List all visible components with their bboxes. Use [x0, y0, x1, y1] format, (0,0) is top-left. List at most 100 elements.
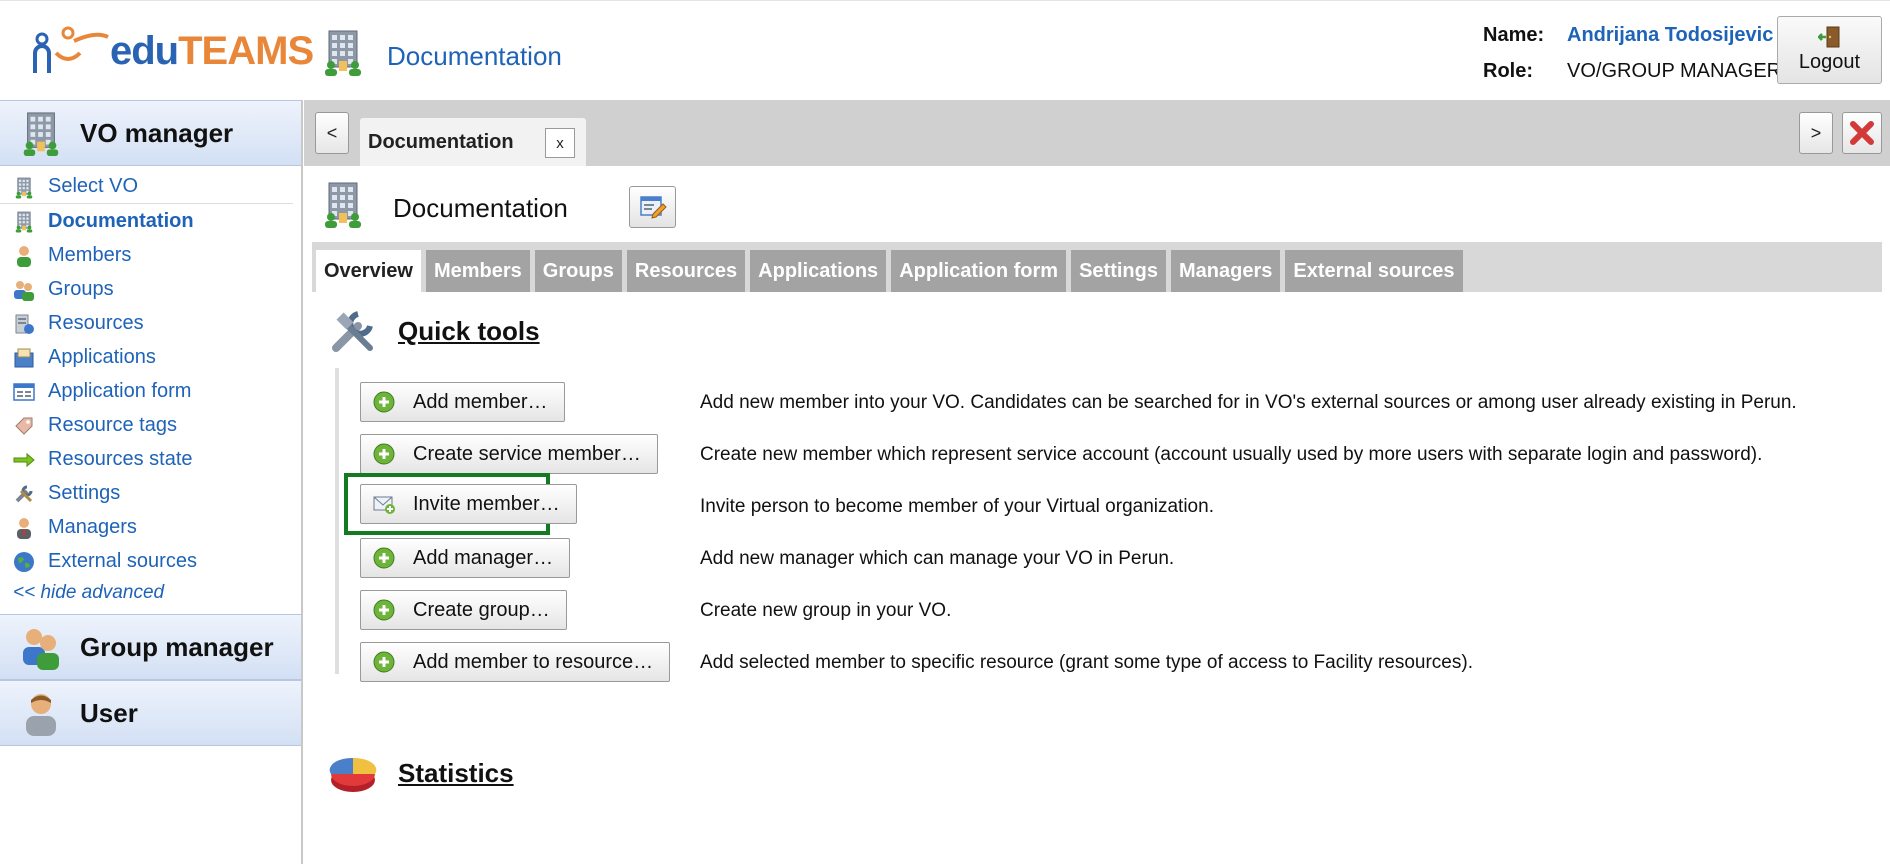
- invite-member-description: Invite person to become member of your V…: [700, 496, 1214, 517]
- tool-button-label: Create service member…: [413, 442, 641, 465]
- sidebar-item-application-form[interactable]: Application form: [0, 374, 301, 408]
- logout-label: Logout: [1798, 51, 1861, 73]
- invite-member-button[interactable]: Invite member…: [360, 484, 577, 524]
- group-manager-panel-header[interactable]: Group manager: [0, 614, 301, 680]
- tab-managers[interactable]: Managers: [1170, 250, 1281, 292]
- sidebar: VO manager Select VO Documentation Membe…: [0, 100, 303, 864]
- pie-chart-icon: [329, 757, 377, 792]
- add-icon: [373, 391, 395, 413]
- statistics-header: Statistics: [328, 748, 514, 798]
- sidebar-item-select-vo[interactable]: Select VO: [0, 170, 293, 204]
- tool-row: Create group…: [360, 590, 567, 630]
- subtab-bar: Overview Members Groups Resources Applic…: [312, 242, 1882, 292]
- sidebar-item-resource-tags[interactable]: Resource tags: [0, 408, 301, 442]
- eduteams-logo-icon: [33, 26, 109, 73]
- tab-external-sources[interactable]: External sources: [1285, 250, 1463, 292]
- tool-button-label: Invite member…: [413, 492, 560, 515]
- tool-row: Invite member…: [360, 484, 577, 524]
- create-service-member-button[interactable]: Create service member…: [360, 434, 658, 474]
- tool-row: Create service member…: [360, 434, 658, 474]
- add-member-button[interactable]: Add member…: [360, 382, 565, 422]
- tool-row: Add member…: [360, 382, 565, 422]
- sidebar-item-resources[interactable]: Resources: [0, 306, 301, 340]
- sidebar-item-label: Application form: [48, 379, 192, 402]
- close-all-tabs-button[interactable]: [1842, 112, 1882, 154]
- quick-tools-title[interactable]: Quick tools: [398, 316, 540, 347]
- user-panel-header[interactable]: User: [0, 680, 301, 746]
- tag-icon: [13, 415, 35, 437]
- logo-text-edu: edu: [110, 28, 179, 73]
- tab-scroll-right-button[interactable]: >: [1799, 112, 1833, 154]
- tab-overview[interactable]: Overview: [316, 250, 421, 292]
- edit-button[interactable]: [629, 186, 676, 228]
- sidebar-item-members[interactable]: Members: [0, 238, 301, 272]
- eduteams-logo[interactable]: eduTEAMS: [30, 21, 314, 81]
- create-service-member-description: Create new member which represent servic…: [700, 444, 1763, 465]
- vo-manager-label: VO manager: [80, 117, 234, 148]
- sidebar-item-settings[interactable]: Settings: [0, 476, 301, 510]
- top-header: eduTEAMS Documentation Name: Andrijana T…: [0, 0, 1890, 100]
- tab-close-button[interactable]: x: [545, 128, 575, 158]
- tool-button-label: Add member to resource…: [413, 650, 654, 673]
- sidebar-item-label: Resources state: [48, 447, 193, 470]
- main-content: Documentation Overview Members Groups Re…: [304, 166, 1890, 864]
- sidebar-item-label: Groups: [48, 277, 114, 300]
- page-tab-bar: < Documentation x >: [304, 100, 1890, 166]
- page-title: Documentation: [393, 193, 568, 223]
- sidebar-item-label: Settings: [48, 481, 121, 504]
- close-icon: [1850, 121, 1874, 145]
- tab-application-form[interactable]: Application form: [891, 250, 1067, 292]
- sidebar-item-managers[interactable]: Managers: [0, 510, 301, 544]
- sidebar-item-label: External sources: [48, 549, 197, 572]
- add-manager-button[interactable]: Add manager…: [360, 538, 571, 578]
- person-icon: [13, 245, 35, 267]
- create-group-description: Create new group in your VO.: [700, 600, 952, 621]
- arrow-right-icon: [13, 449, 35, 471]
- role-value: VO/GROUP MANAGER: [1567, 59, 1782, 82]
- tab-settings[interactable]: Settings: [1071, 250, 1166, 292]
- sidebar-item-label: Managers: [48, 515, 137, 538]
- add-member-to-resource-button[interactable]: Add member to resource…: [360, 642, 671, 682]
- sidebar-item-label: Resources: [48, 311, 144, 334]
- tab-groups[interactable]: Groups: [534, 250, 622, 292]
- tab-scroll-left-button[interactable]: <: [315, 112, 349, 154]
- tool-row: Add member to resource…: [360, 642, 671, 682]
- group-icon: [23, 629, 59, 670]
- tab-members[interactable]: Members: [425, 250, 530, 292]
- tab-applications[interactable]: Applications: [750, 250, 887, 292]
- tool-row: Add manager…: [360, 538, 571, 578]
- sidebar-item-label: Select VO: [48, 175, 139, 197]
- applications-icon: [13, 347, 35, 369]
- add-icon: [373, 443, 395, 465]
- hide-advanced-link[interactable]: << hide advanced: [0, 578, 301, 608]
- tab-label: Documentation: [368, 130, 514, 153]
- logout-door-icon: [1817, 26, 1839, 48]
- user-icon: [26, 694, 56, 736]
- resources-icon: [13, 313, 35, 335]
- vo-manager-panel-header[interactable]: VO manager: [0, 100, 301, 166]
- sidebar-item-documentation[interactable]: Documentation: [0, 204, 301, 238]
- logout-button[interactable]: Logout: [1777, 16, 1882, 84]
- logo-text-teams: TEAMS: [178, 28, 314, 73]
- building-icon: [322, 29, 364, 77]
- manager-icon: [13, 517, 35, 539]
- sidebar-item-resources-state[interactable]: Resources state: [0, 442, 301, 476]
- sidebar-item-applications[interactable]: Applications: [0, 340, 301, 374]
- add-icon: [373, 651, 395, 673]
- quick-tools-divider: [335, 368, 339, 674]
- statistics-title[interactable]: Statistics: [398, 758, 514, 789]
- tab-resources[interactable]: Resources: [626, 250, 746, 292]
- add-manager-description: Add new manager which can manage your VO…: [700, 548, 1175, 569]
- add-icon: [373, 599, 395, 621]
- user-name-link[interactable]: Andrijana Todosijevic: [1567, 24, 1773, 47]
- sidebar-item-external-sources[interactable]: External sources: [0, 544, 301, 578]
- sidebar-item-groups[interactable]: Groups: [0, 272, 301, 306]
- tools-icon: [332, 311, 373, 352]
- group-icon: [13, 279, 35, 301]
- quick-tools-header: Quick tools: [328, 306, 540, 356]
- vo-manager-menu: Select VO Documentation Members Groups R…: [0, 166, 301, 614]
- add-member-to-resource-description: Add selected member to specific resource…: [700, 652, 1473, 673]
- header-section-title: Documentation: [387, 41, 562, 71]
- create-group-button[interactable]: Create group…: [360, 590, 567, 630]
- add-member-description: Add new member into your VO. Candidates …: [700, 392, 1797, 413]
